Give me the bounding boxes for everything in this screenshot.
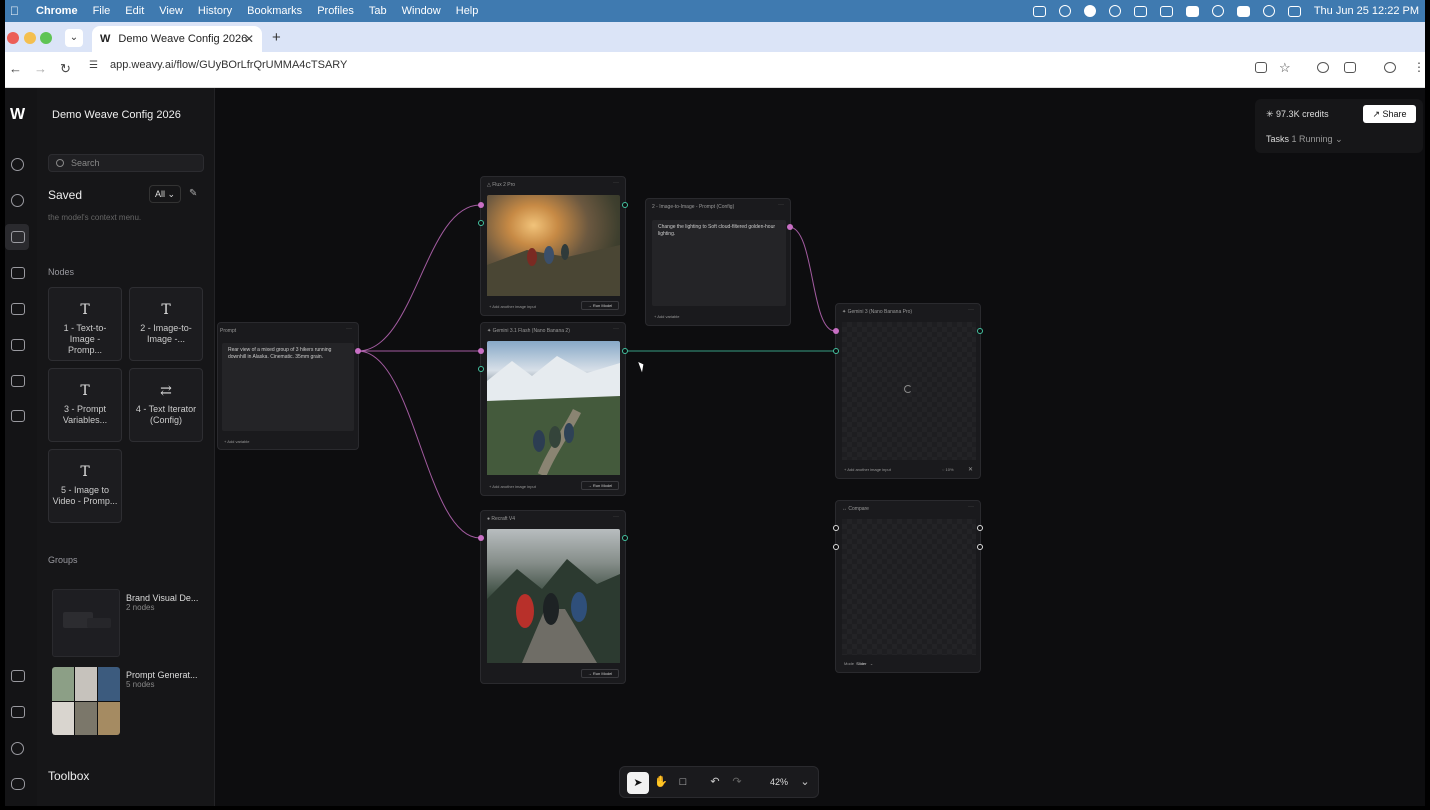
output-port[interactable] xyxy=(622,348,628,354)
input-port[interactable] xyxy=(478,220,484,226)
more-icon[interactable]: ··· xyxy=(968,504,974,510)
progress-indicator: ◌ 10% xyxy=(942,467,954,472)
more-icon[interactable]: ··· xyxy=(968,307,974,313)
add-image-input-button[interactable]: + Add another image input xyxy=(489,484,536,489)
generated-image[interactable] xyxy=(487,529,620,663)
sticky-note-icon[interactable]: □ xyxy=(676,775,690,789)
node-title-text: Flux 2 Pro xyxy=(492,182,516,188)
model-icon: △ xyxy=(487,182,491,188)
node-title-text: Gemini 3.1 Flash (Nano Banana 2) xyxy=(492,328,570,334)
chevron-down-icon: ⌄ xyxy=(1335,134,1343,144)
output-port[interactable] xyxy=(355,348,361,354)
chevron-down-icon: ⌄ xyxy=(869,661,874,666)
hikers-illustration xyxy=(487,244,620,296)
canvas-toolbar: ➤ ✋ □ ↶ ↷ 42% ⌄ xyxy=(619,766,819,798)
undo-icon[interactable]: ↶ xyxy=(708,775,722,789)
run-model-button[interactable]: → Run Model xyxy=(581,481,619,490)
recraft-node[interactable]: ● Recraft V4 ··· → Run Model xyxy=(480,510,626,684)
output-port[interactable] xyxy=(977,328,983,334)
add-variable-button[interactable]: + Add variable xyxy=(654,314,679,319)
hikers-illustration xyxy=(487,356,620,475)
gemini-pro-node[interactable]: ✦ Gemini 3 (Nano Banana Pro) ··· + Add a… xyxy=(835,303,981,479)
add-variable-button[interactable]: + Add variable xyxy=(224,439,249,444)
edge xyxy=(357,350,481,539)
compare-node[interactable]: ↔ Compare ··· Mode Slider ⌄ xyxy=(835,500,981,673)
input-port[interactable] xyxy=(478,366,484,372)
generated-image[interactable] xyxy=(487,341,620,475)
output-port[interactable] xyxy=(787,224,793,230)
node-title: ✦ Gemini 3 (Nano Banana Pro) xyxy=(842,309,912,315)
more-icon[interactable]: ··· xyxy=(346,326,352,332)
more-icon[interactable]: ··· xyxy=(613,514,619,520)
redo-icon[interactable]: ↷ xyxy=(730,775,744,789)
prompt-textarea[interactable]: Change the lighting to Soft cloud-filter… xyxy=(652,220,786,306)
compare-icon: ↔ xyxy=(842,506,847,512)
input-port[interactable] xyxy=(478,348,484,354)
node-title: ✦ Gemini 3.1 Flash (Nano Banana 2) xyxy=(487,328,570,334)
share-button[interactable]: ↗ Share xyxy=(1363,105,1416,123)
more-icon[interactable]: ··· xyxy=(778,202,784,208)
mode-value: Slider xyxy=(856,661,867,666)
input-port[interactable] xyxy=(478,202,484,208)
run-model-button[interactable]: → Run Model xyxy=(581,301,619,310)
hand-tool-icon[interactable]: ✋ xyxy=(654,775,668,789)
mode-selector[interactable]: Mode Slider ⌄ xyxy=(844,661,873,666)
input-port[interactable] xyxy=(833,525,839,531)
output-port[interactable] xyxy=(622,202,628,208)
output-port[interactable] xyxy=(977,544,983,550)
share-label: Share xyxy=(1382,109,1407,119)
loading-spinner-icon xyxy=(904,385,912,393)
tasks-label: Tasks xyxy=(1266,134,1290,144)
more-icon[interactable]: ··· xyxy=(613,180,619,186)
prompt-textarea[interactable]: Rear view of a mixed group of 3 hikers r… xyxy=(222,343,354,431)
tasks-dropdown[interactable]: Tasks 1 Running ⌄ xyxy=(1266,134,1343,145)
sparkle-icon: ✦ xyxy=(842,309,847,315)
compare-preview-area xyxy=(842,519,976,655)
chevron-down-icon[interactable]: ⌄ xyxy=(798,775,812,789)
credits-panel: ✳ 97.3K credits ↗ Share Tasks 1 Running … xyxy=(1255,99,1423,153)
credits-display[interactable]: ✳ 97.3K credits xyxy=(1266,109,1329,120)
node-title: △ Flux 2 Pro xyxy=(487,182,515,188)
node-title: Prompt xyxy=(220,328,237,334)
edge xyxy=(357,204,481,352)
more-icon[interactable]: ··· xyxy=(613,326,619,332)
progress-text: 10% xyxy=(945,467,954,472)
input-port[interactable] xyxy=(478,535,484,541)
zoom-level[interactable]: 42% xyxy=(770,777,788,787)
gemini-flash-node[interactable]: ✦ Gemini 3.1 Flash (Nano Banana 2) ··· +… xyxy=(480,322,626,496)
edge xyxy=(788,226,836,332)
generated-image[interactable] xyxy=(487,195,620,296)
node-title: ↔ Compare xyxy=(842,506,869,512)
image-preview-area xyxy=(842,322,976,460)
add-image-input-button[interactable]: + Add another image input xyxy=(489,304,536,309)
cancel-icon[interactable]: ✕ xyxy=(968,466,973,473)
app-window:  Chrome File Edit View History Bookmark… xyxy=(5,0,1425,806)
recraft-icon: ● xyxy=(487,516,491,522)
tasks-status: 1 Running xyxy=(1291,134,1333,144)
run-model-button[interactable]: → Run Model xyxy=(581,669,619,678)
select-tool-icon[interactable]: ➤ xyxy=(627,772,649,794)
node-title-text: Compare xyxy=(848,506,869,512)
input-port[interactable] xyxy=(833,348,839,354)
output-port[interactable] xyxy=(622,535,628,541)
credits-text: 97.3K credits xyxy=(1276,109,1329,119)
prompt-node[interactable]: Prompt ··· Rear view of a mixed group of… xyxy=(217,322,359,450)
input-port[interactable] xyxy=(833,328,839,334)
output-port[interactable] xyxy=(977,525,983,531)
flux-node[interactable]: △ Flux 2 Pro ··· + Add another image inp… xyxy=(480,176,626,316)
node-title-text: Gemini 3 (Nano Banana Pro) xyxy=(847,309,913,315)
input-port[interactable] xyxy=(833,544,839,550)
hikers-illustration xyxy=(487,559,620,663)
node-title-text: Recraft V4 xyxy=(491,516,516,522)
node-title: 2 - Image-to-Image - Prompt (Config) xyxy=(652,204,735,210)
mode-label: Mode xyxy=(844,661,855,666)
node-title: ● Recraft V4 xyxy=(487,516,515,522)
add-image-input-button[interactable]: + Add another image input xyxy=(844,467,891,472)
sparkle-icon: ✦ xyxy=(487,328,492,334)
image-to-image-prompt-node[interactable]: 2 - Image-to-Image - Prompt (Config) ···… xyxy=(645,198,791,326)
